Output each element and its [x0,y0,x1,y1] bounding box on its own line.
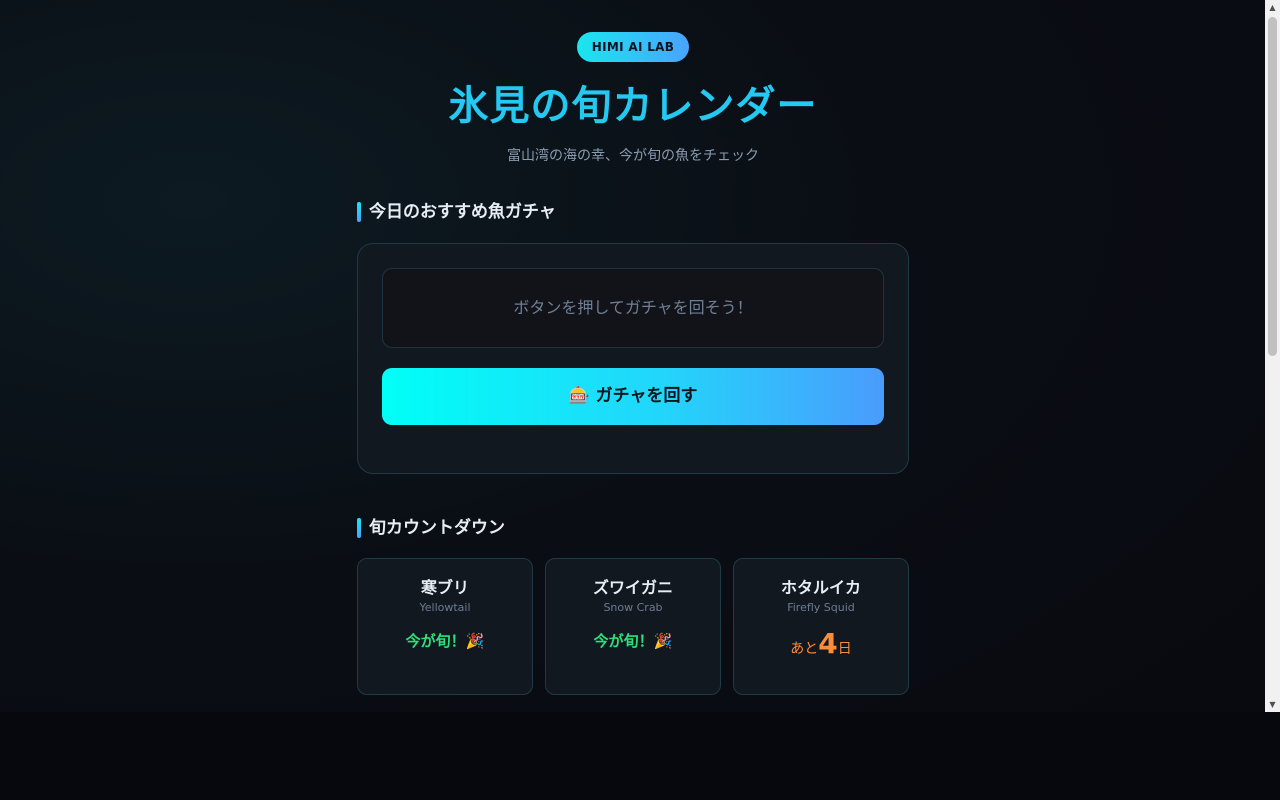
fish-english-name: Yellowtail [419,601,471,614]
spin-gacha-label: ガチャを回す [595,386,698,406]
in-season-status: 今が旬！🎉 [405,632,485,650]
fish-card-firefly-squid: ホタルイカ Firefly Squid あと4日 [733,558,909,695]
vertical-scrollbar[interactable]: ▲ ▼ [1265,0,1280,712]
fish-english-name: Firefly Squid [787,601,855,614]
days-prefix: あと [790,641,819,657]
below-fold-area [0,712,1280,800]
fish-card-yellowtail: 寒ブリ Yellowtail 今が旬！🎉 [357,558,533,695]
spin-gacha-button[interactable]: 🎰 ガチャを回す [382,368,884,425]
fish-english-name: Snow Crab [603,601,663,614]
gacha-result-display: ボタンを押してガチャを回そう！ [382,268,884,348]
days-remaining: あと4日 [734,627,908,666]
page-subtitle: 富山湾の海の幸、今が旬の魚をチェック [507,148,759,164]
days-number: 4 [818,627,838,660]
page-title: 氷見の旬カレンダー [448,83,818,129]
main-container: HIMI AI LAB 氷見の旬カレンダー 富山湾の海の幸、今が旬の魚をチェック… [357,0,909,695]
countdown-section-title: 旬カウントダウン [357,518,505,538]
fish-card-snow-crab: ズワイガニ Snow Crab 今が旬！🎉 [545,558,721,695]
scroll-down-arrow-icon[interactable]: ▼ [1265,697,1280,712]
slot-machine-icon: 🎰 [568,386,590,406]
in-season-status: 今が旬！🎉 [593,632,673,650]
lab-badge: HIMI AI LAB [576,32,690,62]
scroll-up-arrow-icon[interactable]: ▲ [1265,0,1280,15]
page-viewport: HIMI AI LAB 氷見の旬カレンダー 富山湾の海の幸、今が旬の魚をチェック… [0,0,1265,712]
fish-name: ホタルイカ [780,578,861,597]
gacha-section-title: 今日のおすすめ魚ガチャ [357,202,556,222]
fish-name: ズワイガニ [592,578,673,597]
badge-wrap: HIMI AI LAB [357,32,909,62]
gacha-card: ボタンを押してガチャを回そう！ 🎰 ガチャを回す [357,243,909,474]
scrollbar-thumb[interactable] [1268,17,1277,356]
days-suffix: 日 [837,641,852,657]
fish-name: 寒ブリ [420,578,469,597]
